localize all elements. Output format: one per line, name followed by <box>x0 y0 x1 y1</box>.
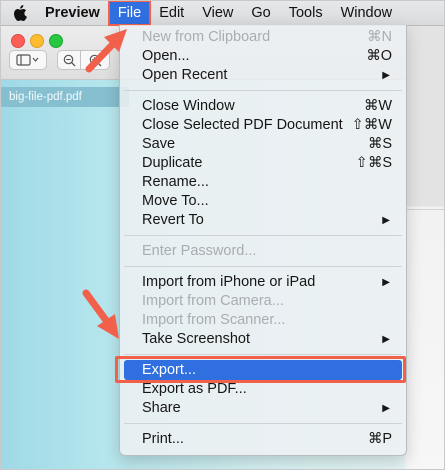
menu-item-print[interactable]: Print... ⌘P <box>124 430 402 449</box>
zoom-in-button[interactable] <box>80 50 110 70</box>
menu-item-shortcut: ⌘P <box>367 431 392 447</box>
minimize-window-button[interactable] <box>30 34 44 48</box>
submenu-arrow-icon: ▶ <box>382 215 390 226</box>
menu-item-import-scanner: Import from Scanner... <box>124 311 402 330</box>
menu-item-label: Enter Password... <box>142 243 257 259</box>
menu-item-new-from-clipboard: New from Clipboard ⌘N <box>124 28 402 47</box>
apple-icon <box>14 5 27 21</box>
menu-item-label: Rename... <box>142 174 209 190</box>
close-window-button[interactable] <box>11 34 25 48</box>
menu-item-label: Share <box>142 400 181 416</box>
menu-tools[interactable]: Tools <box>280 1 332 25</box>
submenu-arrow-icon: ▶ <box>382 403 390 414</box>
menu-item-rename[interactable]: Rename... <box>124 173 402 192</box>
page-divider <box>405 209 444 210</box>
menu-item-label: Print... <box>142 431 184 447</box>
sidebar-toggle-button[interactable] <box>9 50 47 70</box>
sidebar-icon <box>16 54 39 66</box>
menu-item-shortcut: ⌘W <box>363 98 392 114</box>
menu-item-enter-password: Enter Password... <box>124 242 402 261</box>
menu-file[interactable]: File <box>107 1 152 26</box>
menu-item-move-to[interactable]: Move To... <box>124 192 402 211</box>
menu-item-shortcut: ⌘O <box>366 48 392 64</box>
zoom-out-icon <box>63 54 75 66</box>
menu-go[interactable]: Go <box>242 1 279 25</box>
submenu-arrow-icon: ▶ <box>382 70 390 81</box>
menu-edit[interactable]: Edit <box>150 1 193 25</box>
menu-item-label: Import from Scanner... <box>142 312 286 328</box>
menu-item-open[interactable]: Open... ⌘O <box>124 47 402 66</box>
menu-item-label: Duplicate <box>142 155 203 171</box>
export-callout-box <box>115 356 406 383</box>
menu-item-label: Close Window <box>142 98 235 114</box>
menu-item-label: Save <box>142 136 176 152</box>
menu-item-save[interactable]: Save ⌘S <box>124 135 402 154</box>
menu-item-shortcut: ⌘N <box>367 29 392 45</box>
menu-item-duplicate[interactable]: Duplicate ⇧⌘S <box>124 154 402 173</box>
menu-app-name[interactable]: Preview <box>39 1 109 25</box>
menu-window[interactable]: Window <box>332 1 402 25</box>
menu-item-label: Open Recent <box>142 67 228 83</box>
apple-menu[interactable] <box>1 5 39 21</box>
screenshot-frame: big-file-pdf.pdf Preview File Edit View … <box>0 0 445 470</box>
menu-separator <box>124 354 402 355</box>
menu-item-label: Move To... <box>142 193 209 209</box>
menu-bar: Preview File Edit View Go Tools Window <box>1 1 444 26</box>
zoom-out-button[interactable] <box>57 50 81 70</box>
menu-item-close-window[interactable]: Close Window ⌘W <box>124 97 402 116</box>
menu-item-label: Import from Camera... <box>142 293 284 309</box>
submenu-arrow-icon: ▶ <box>382 334 390 345</box>
menu-item-share[interactable]: Share ▶ <box>124 399 402 418</box>
file-menu-dropdown: New from Clipboard ⌘N Open... ⌘O Open Re… <box>119 25 407 456</box>
menu-separator <box>124 266 402 267</box>
menu-separator <box>124 90 402 91</box>
callout-arrow-icon <box>82 289 119 339</box>
menu-item-import-camera: Import from Camera... <box>124 292 402 311</box>
menu-item-label: Open... <box>142 48 190 64</box>
menu-item-shortcut: ⇧⌘S <box>355 155 392 171</box>
menu-item-label: Export as PDF... <box>142 381 247 397</box>
menu-item-open-recent[interactable]: Open Recent ▶ <box>124 66 402 85</box>
menu-item-shortcut: ⌘S <box>367 136 392 152</box>
menu-item-take-screenshot[interactable]: Take Screenshot ▶ <box>124 330 402 349</box>
zoom-window-button[interactable] <box>49 34 63 48</box>
menu-item-label: Revert To <box>142 212 204 228</box>
menu-separator <box>124 235 402 236</box>
menu-separator <box>124 423 402 424</box>
menu-item-label: Import from iPhone or iPad <box>142 274 316 290</box>
document-page-area <box>405 26 444 469</box>
submenu-arrow-icon: ▶ <box>382 277 390 288</box>
menu-item-label: Close Selected PDF Document <box>142 117 343 133</box>
menu-item-label: Take Screenshot <box>142 331 251 347</box>
menu-item-shortcut: ⇧⌘W <box>351 117 392 133</box>
menu-view[interactable]: View <box>193 1 242 25</box>
menu-item-revert-to[interactable]: Revert To ▶ <box>124 211 402 230</box>
menu-item-close-selected-pdf[interactable]: Close Selected PDF Document ⇧⌘W <box>124 116 402 135</box>
zoom-in-icon <box>89 54 101 66</box>
menu-item-label: New from Clipboard <box>142 29 271 45</box>
menu-item-import-iphone-ipad[interactable]: Import from iPhone or iPad ▶ <box>124 273 402 292</box>
document-filename: big-file-pdf.pdf <box>1 87 129 107</box>
